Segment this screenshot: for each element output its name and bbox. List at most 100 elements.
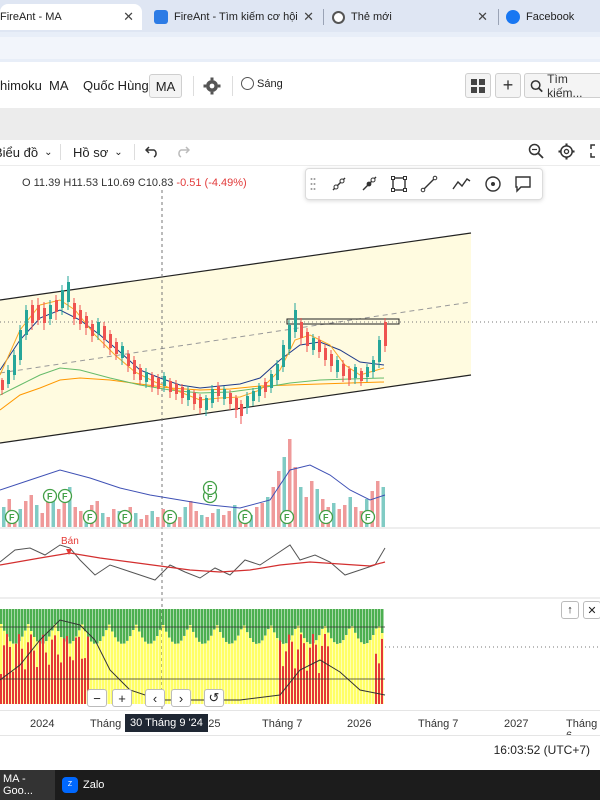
scroll-right-button[interactable]: › (171, 689, 191, 707)
oscillator-green-bar (24, 609, 27, 631)
close-tab-icon[interactable]: ✕ (303, 9, 314, 25)
oscillator-green-bar (54, 609, 57, 625)
oscillator-red-bar (318, 673, 320, 704)
zoom-out-button[interactable]: − (87, 689, 107, 707)
comment-tool-icon[interactable] (512, 173, 534, 195)
close-icon: ✕ (587, 604, 597, 617)
address-field[interactable] (0, 37, 600, 59)
oscillator-green-bar (195, 609, 198, 638)
oscillator-green-bar (270, 609, 273, 626)
zoom-in-button[interactable]: + (112, 689, 132, 707)
open-label: O (22, 177, 31, 189)
oscillator-green-bar (351, 609, 354, 627)
oscillator-green-bar (345, 609, 348, 636)
volume-bar (101, 513, 105, 527)
taskbar-item-zalo[interactable]: Z Zalo (62, 770, 142, 800)
zoom-icon[interactable] (528, 143, 544, 159)
profile-dropdown[interactable]: Hồ sơ ⌄ (73, 145, 123, 160)
oscillator-green-bar (327, 609, 330, 633)
reset-chart-button[interactable]: ↺ (204, 689, 224, 707)
search-input[interactable]: Tìm kiếm... (524, 72, 600, 100)
oscillator-green-bar (165, 609, 168, 632)
layout-grid-button[interactable] (465, 73, 491, 98)
ma-indicator-button[interactable]: MA (149, 74, 182, 98)
fullscreen-icon[interactable] (590, 144, 600, 158)
tab-divider (323, 9, 324, 25)
oscillator-yellow-bar (240, 629, 243, 704)
circle-tool-icon[interactable] (482, 173, 504, 195)
volume-bar (260, 503, 264, 527)
trend-line-tool-icon[interactable] (328, 173, 350, 195)
oscillator-green-bar (231, 609, 234, 644)
taskbar-item-browser[interactable]: MA - Goo... (0, 770, 55, 800)
oscillator-red-bar (51, 639, 53, 704)
volume-bar (57, 509, 61, 527)
oscillator-yellow-bar (330, 638, 333, 704)
volume-bar (211, 513, 215, 527)
change-value: -0.51 (-4.49%) (176, 177, 247, 189)
oscillator-yellow-bar (273, 632, 276, 704)
volume-bar (24, 501, 28, 527)
redo-icon[interactable] (176, 144, 191, 158)
oscillator-red-bar (36, 667, 38, 704)
settings-icon[interactable] (203, 77, 221, 95)
chart-type-dropdown[interactable]: Biểu đồ ⌄ (0, 145, 52, 160)
volume-bar (29, 495, 33, 527)
volume-bar (315, 489, 319, 527)
tab-fireant-ma[interactable]: FireAnt - MA ✕ (0, 4, 142, 30)
oscillator-yellow-bar (360, 642, 363, 704)
rsi-line (0, 544, 386, 581)
profile-label: Hồ sơ (73, 145, 109, 160)
tab-new-tab[interactable]: Thẻ mới ✕ (326, 4, 496, 30)
volume-bar (139, 519, 143, 527)
oscillator-green-bar (3, 609, 6, 631)
scroll-left-button[interactable]: ‹ (145, 689, 165, 707)
oscillator-green-bar (219, 609, 222, 633)
oscillator-yellow-bar (336, 643, 339, 704)
oscillator-green-bar (162, 609, 165, 626)
search-icon (530, 79, 543, 92)
oscillator-green-bar (114, 609, 117, 638)
oscillator-red-bar (291, 641, 293, 704)
close-value: 10.83 (145, 177, 174, 189)
undo-icon[interactable] (144, 144, 159, 158)
oscillator-red-bar (312, 634, 314, 704)
ma-indicator[interactable]: MA (49, 78, 69, 93)
tab-facebook[interactable]: Facebook (500, 4, 600, 30)
oscillator-red-bar (288, 634, 290, 704)
fireant-favicon-icon (154, 10, 168, 24)
ray-tool-icon[interactable] (358, 173, 380, 195)
oscillator-green-bar (108, 609, 111, 625)
volume-bar (255, 507, 259, 527)
quoc-hung-indicator[interactable]: Quốc Hùng (83, 78, 149, 93)
close-panel-button[interactable]: ✕ (583, 601, 600, 619)
oscillator-green-bar (291, 609, 294, 636)
tab-fireant-search[interactable]: FireAnt - Tìm kiếm cơ hội ✕ (146, 4, 322, 30)
gear-icon[interactable] (558, 143, 575, 160)
chevron-down-icon: ⌄ (114, 147, 123, 158)
ichimoku-indicator[interactable]: himoku (0, 78, 42, 93)
oscillator-green-bar (63, 609, 66, 642)
oscillator-green-bar (48, 609, 51, 637)
close-tab-icon[interactable]: ✕ (123, 9, 134, 25)
close-tab-icon[interactable]: ✕ (477, 9, 488, 25)
f-marker-letter: F (47, 492, 53, 502)
taskbar-item-label: Zalo (83, 779, 105, 791)
crosshair-date-label: 30 Tháng 9 '24 (125, 714, 208, 732)
polyline-tool-icon[interactable] (450, 173, 472, 195)
oscillator-green-bar (240, 609, 243, 630)
move-panel-up-button[interactable]: ↑ (561, 601, 579, 619)
oscillator-yellow-bar (132, 630, 135, 704)
oscillator-green-bar (372, 609, 375, 635)
oscillator-green-bar (225, 609, 228, 642)
tab-divider (498, 9, 499, 25)
line-tool-icon[interactable] (418, 173, 440, 195)
drag-handle-icon[interactable] (308, 173, 318, 195)
oscillator-yellow-bar (234, 640, 237, 704)
theme-toggle[interactable]: Sáng (241, 77, 283, 90)
oscillator-green-bar (96, 609, 99, 644)
rectangle-tool-icon[interactable] (388, 173, 410, 195)
oscillator-green-bar (303, 609, 306, 639)
add-button[interactable]: + (495, 73, 521, 98)
price-chart[interactable]: FF FF F FFFF F F F (0, 165, 600, 710)
